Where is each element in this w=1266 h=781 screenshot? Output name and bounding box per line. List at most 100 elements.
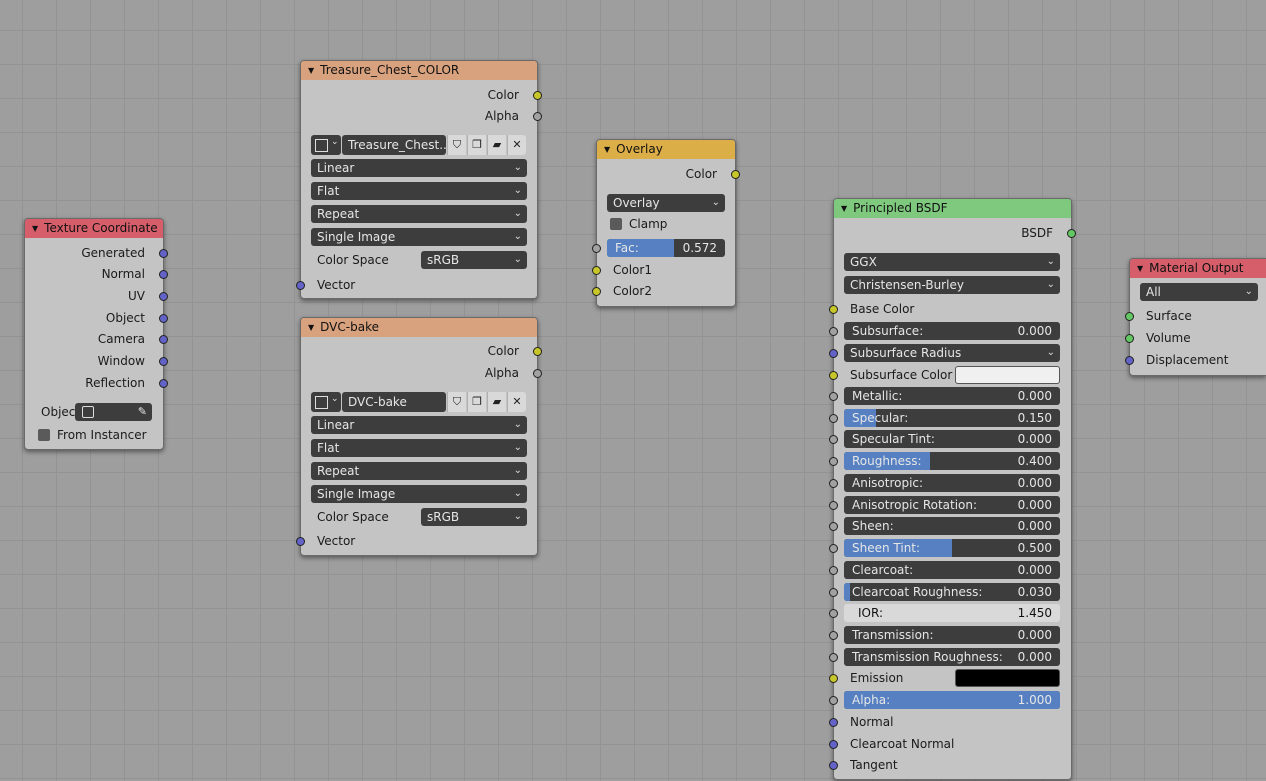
socket-icon[interactable] <box>829 522 838 531</box>
projection-dropdown[interactable]: Flat ⌄ <box>311 439 527 457</box>
source-dropdown[interactable]: Single Image ⌄ <box>311 228 527 246</box>
node-header[interactable]: ▼ Texture Coordinate <box>25 219 163 238</box>
socket-icon[interactable] <box>159 270 168 279</box>
image-name-field[interactable]: Treasure_Chest.. <box>342 135 446 155</box>
socket-icon[interactable] <box>159 335 168 344</box>
transmission-roughness-slider[interactable]: Transmission Roughness: 0.000 <box>844 648 1060 666</box>
socket-icon[interactable] <box>829 479 838 488</box>
subsurface-radius-dropdown[interactable]: Subsurface Radius ⌄ <box>844 344 1060 362</box>
socket-icon[interactable] <box>533 369 542 378</box>
specular-slider[interactable]: Specular: 0.150 <box>844 409 1060 427</box>
image-selector[interactable]: ⌄ Treasure_Chest.. ⛉ ❐ ▰ ✕ <box>311 135 527 155</box>
socket-icon[interactable] <box>829 718 838 727</box>
collapse-triangle-icon[interactable]: ▼ <box>308 66 314 75</box>
socket-icon[interactable] <box>1067 229 1076 238</box>
socket-icon[interactable] <box>1125 334 1134 343</box>
subsurface-slider[interactable]: Subsurface: 0.000 <box>844 322 1060 340</box>
interpolation-dropdown[interactable]: Linear ⌄ <box>311 416 527 434</box>
socket-icon[interactable] <box>829 566 838 575</box>
socket-icon[interactable] <box>829 740 838 749</box>
node-header[interactable]: ▼ Overlay <box>597 140 735 159</box>
object-field[interactable]: ✎ <box>75 403 152 421</box>
image-texture-node-treasure[interactable]: ▼ Treasure_Chest_COLOR Color Alpha ⌄ Trea… <box>296 60 542 299</box>
overlay-mix-node[interactable]: ▼ Overlay Color Overlay ⌄ Clamp Fac: 0.572… <box>592 139 740 307</box>
image-browse-button[interactable]: ⌄ <box>311 392 341 412</box>
eyedropper-icon[interactable]: ✎ <box>138 403 147 421</box>
target-dropdown[interactable]: All ⌄ <box>1140 283 1258 301</box>
socket-icon[interactable] <box>829 696 838 705</box>
from-instancer-row[interactable]: From Instancer <box>25 425 163 445</box>
open-folder-icon[interactable]: ▰ <box>487 135 506 155</box>
extension-dropdown[interactable]: Repeat ⌄ <box>311 462 527 480</box>
anisotropic-rotation-slider[interactable]: Anisotropic Rotation: 0.000 <box>844 496 1060 514</box>
socket-icon[interactable] <box>731 170 740 179</box>
clearcoat-roughness-slider[interactable]: Clearcoat Roughness: 0.030 <box>844 583 1060 601</box>
close-icon[interactable]: ✕ <box>507 392 526 412</box>
collapse-triangle-icon[interactable]: ▼ <box>604 145 610 154</box>
metallic-slider[interactable]: Metallic: 0.000 <box>844 387 1060 405</box>
collapse-triangle-icon[interactable]: ▼ <box>1137 264 1143 273</box>
socket-icon[interactable] <box>829 305 838 314</box>
image-browse-button[interactable]: ⌄ <box>311 135 341 155</box>
node-header[interactable]: ▼ Material Output <box>1130 259 1266 278</box>
socket-icon[interactable] <box>829 457 838 466</box>
alpha-slider[interactable]: Alpha: 1.000 <box>844 691 1060 709</box>
socket-icon[interactable] <box>829 761 838 770</box>
colorspace-dropdown[interactable]: sRGB ⌄ <box>421 508 527 526</box>
socket-icon[interactable] <box>829 414 838 423</box>
fake-user-shield-icon[interactable]: ⛉ <box>447 135 466 155</box>
ior-field[interactable]: IOR: 1.450 <box>844 604 1060 622</box>
fac-socket-icon[interactable] <box>592 244 601 253</box>
open-folder-icon[interactable]: ▰ <box>487 392 506 412</box>
clearcoat-slider[interactable]: Clearcoat: 0.000 <box>844 561 1060 579</box>
new-image-icon[interactable]: ❐ <box>467 135 486 155</box>
socket-icon[interactable] <box>1125 312 1134 321</box>
socket-icon[interactable] <box>1125 356 1134 365</box>
colorspace-dropdown[interactable]: sRGB ⌄ <box>421 251 527 269</box>
socket-icon[interactable] <box>829 653 838 662</box>
socket-icon[interactable] <box>159 314 168 323</box>
socket-icon[interactable] <box>829 544 838 553</box>
socket-icon[interactable] <box>159 357 168 366</box>
blend-mode-dropdown[interactable]: Overlay ⌄ <box>607 194 725 212</box>
subsurface-method-dropdown[interactable]: Christensen-Burley ⌄ <box>844 276 1060 294</box>
texture-coordinate-node[interactable]: ▼ Texture Coordinate Generated Normal UV … <box>24 218 168 450</box>
fake-user-shield-icon[interactable]: ⛉ <box>447 392 466 412</box>
socket-icon[interactable] <box>296 537 305 546</box>
socket-icon[interactable] <box>533 112 542 121</box>
extension-dropdown[interactable]: Repeat ⌄ <box>311 205 527 223</box>
principled-bsdf-node[interactable]: ▼ Principled BSDF BSDF GGX ⌄ Christensen-B… <box>829 198 1076 780</box>
socket-icon[interactable] <box>829 609 838 618</box>
socket-icon[interactable] <box>829 674 838 683</box>
projection-dropdown[interactable]: Flat ⌄ <box>311 182 527 200</box>
node-header[interactable]: ▼ Principled BSDF <box>834 199 1071 218</box>
socket-icon[interactable] <box>592 266 601 275</box>
node-header[interactable]: ▼ Treasure_Chest_COLOR <box>301 61 537 80</box>
socket-icon[interactable] <box>829 631 838 640</box>
socket-icon[interactable] <box>533 91 542 100</box>
anisotropic-slider[interactable]: Anisotropic: 0.000 <box>844 474 1060 492</box>
socket-icon[interactable] <box>533 347 542 356</box>
socket-icon[interactable] <box>159 292 168 301</box>
collapse-triangle-icon[interactable]: ▼ <box>32 224 38 233</box>
distribution-dropdown[interactable]: GGX ⌄ <box>844 253 1060 271</box>
from-instancer-checkbox[interactable] <box>38 428 50 441</box>
interpolation-dropdown[interactable]: Linear ⌄ <box>311 159 527 177</box>
sheen-slider[interactable]: Sheen: 0.000 <box>844 517 1060 535</box>
close-icon[interactable]: ✕ <box>507 135 526 155</box>
node-header[interactable]: ▼ DVC-bake <box>301 318 537 337</box>
socket-icon[interactable] <box>159 379 168 388</box>
transmission-slider[interactable]: Transmission: 0.000 <box>844 626 1060 644</box>
clamp-row[interactable]: Clamp <box>597 214 735 234</box>
roughness-slider[interactable]: Roughness: 0.400 <box>844 452 1060 470</box>
image-name-field[interactable]: DVC-bake <box>342 392 446 412</box>
subsurface-color-swatch[interactable] <box>955 366 1060 384</box>
socket-icon[interactable] <box>829 501 838 510</box>
socket-icon[interactable] <box>829 588 838 597</box>
specular-tint-slider[interactable]: Specular Tint: 0.000 <box>844 430 1060 448</box>
socket-icon[interactable] <box>159 249 168 258</box>
collapse-triangle-icon[interactable]: ▼ <box>841 204 847 213</box>
socket-icon[interactable] <box>592 287 601 296</box>
material-output-node[interactable]: ▼ Material Output All ⌄ Surface Volume Dis… <box>1125 258 1266 376</box>
socket-icon[interactable] <box>829 349 838 358</box>
